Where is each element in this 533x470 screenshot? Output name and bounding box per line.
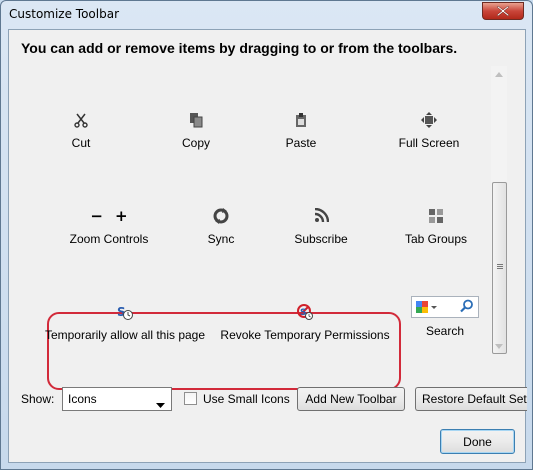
sync-icon [213,208,229,224]
arrow-down-icon [495,343,503,349]
zoom-in-icon: + [115,207,128,225]
rss-icon [313,208,329,224]
scroll-down-button[interactable] [491,338,507,354]
palette-item-paste[interactable]: Paste [271,112,331,150]
done-button[interactable]: Done [440,429,515,454]
scroll-thumb[interactable] [492,182,507,354]
palette-item-copy[interactable]: Copy [166,112,226,150]
add-new-toolbar-button[interactable]: Add New Toolbar [297,387,405,411]
zoom-out-icon: − [90,207,103,225]
small-icons-label[interactable]: Use Small Icons [203,392,290,406]
palette-item-subscribe[interactable]: Subscribe [281,208,361,246]
palette-item-temporarily-allow[interactable]: S Temporarily allow all this page [41,304,209,342]
palette-item-sync[interactable]: Sync [191,208,251,246]
noscript-allow-icon: S [117,304,133,320]
item-label: Copy [181,136,210,150]
tab-groups-icon [428,208,444,224]
google-icon [416,301,438,313]
scissors-icon [73,112,89,128]
show-select[interactable]: Icons [62,387,172,411]
dialog-body: You can add or remove items by dragging … [8,29,527,463]
title-bar[interactable]: Customize Toolbar [1,1,532,29]
search-icon [460,299,474,316]
palette-item-search[interactable]: Search [403,296,487,338]
search-box-icon [411,296,479,318]
scroll-up-button[interactable] [491,66,507,82]
zoom-icon: − + [89,208,129,224]
item-label: Search [425,324,465,338]
palette-scrollbar[interactable] [491,66,507,354]
show-label: Show: [21,392,55,406]
instructions-heading: You can add or remove items by dragging … [21,40,458,56]
copy-icon [188,112,204,128]
item-label: Subscribe [294,232,348,246]
item-label: Revoke Temporary Permissions [220,328,390,342]
dialog-window: Customize Toolbar You can add or remove … [0,0,533,470]
toolbar-palette: Cut Copy Paste Full Screen − + Zoom Cont… [19,66,505,390]
palette-item-revoke-permissions[interactable]: S Revoke Temporary Permissions [219,304,391,342]
palette-item-zoom-controls[interactable]: − + Zoom Controls [49,208,169,246]
chevron-down-icon [156,397,165,411]
item-label: Zoom Controls [69,232,149,246]
item-label: Sync [207,232,235,246]
show-select-value: Icons [68,392,97,406]
palette-item-tab-groups[interactable]: Tab Groups [386,208,486,246]
options-row: Show: Icons Use Small Icons Add New Tool… [9,387,527,415]
item-label: Temporarily allow all this page [44,328,206,342]
window-title: Customize Toolbar [9,7,120,21]
noscript-revoke-icon: S [297,304,313,320]
palette-item-cut[interactable]: Cut [58,112,104,150]
palette-item-full-screen[interactable]: Full Screen [379,112,479,150]
small-icons-checkbox[interactable] [184,392,197,405]
item-label: Full Screen [398,136,460,150]
close-icon [497,6,509,16]
restore-default-button[interactable]: Restore Default Set [415,387,527,411]
item-label: Paste [285,136,317,150]
item-label: Cut [71,136,91,150]
item-label: Tab Groups [404,232,468,246]
arrow-up-icon [495,71,503,77]
paste-icon [293,112,309,128]
fullscreen-icon [421,112,437,128]
close-button[interactable] [482,2,524,20]
